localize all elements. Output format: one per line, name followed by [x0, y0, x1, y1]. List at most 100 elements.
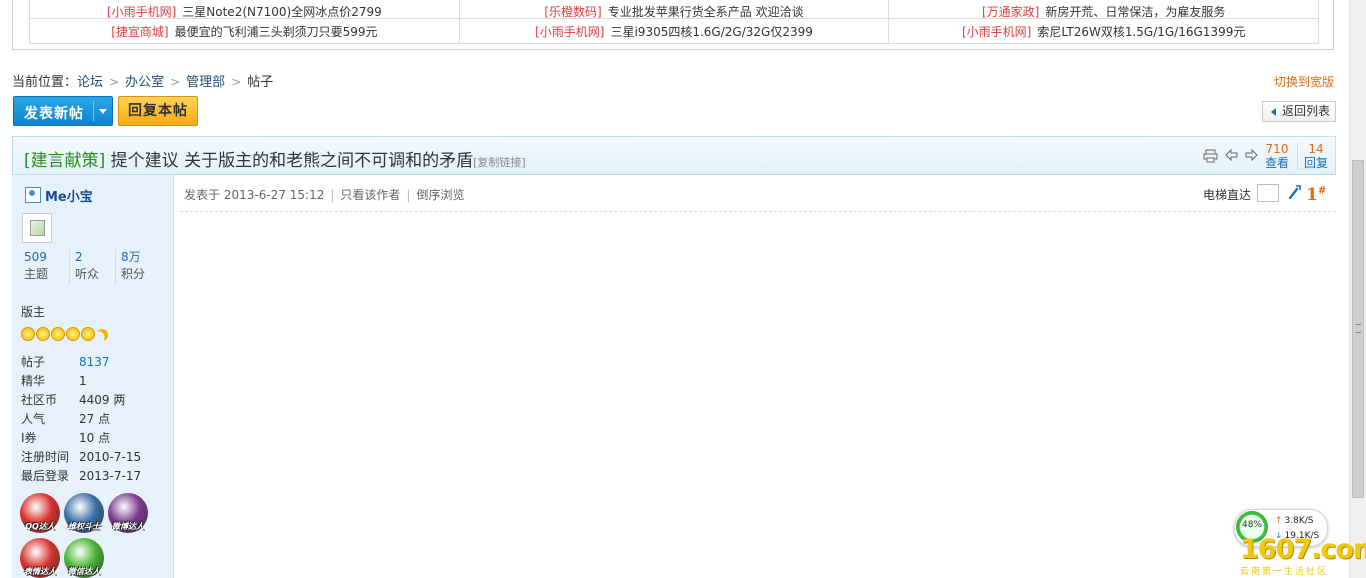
- ad-text[interactable]: 新房开荒、日常保洁，为雇友服务: [1045, 5, 1225, 18]
- posted-time: 2013-6-27 15:12: [223, 188, 325, 202]
- profile-row: I券 10 点: [21, 429, 171, 448]
- reverse-order-link[interactable]: 倒序浏览: [416, 188, 464, 202]
- ad-tag[interactable]: [小雨手机网]: [107, 5, 176, 18]
- sun-icon: [36, 327, 50, 341]
- profile-key: 最后登录: [21, 469, 70, 483]
- breadcrumb-current: 帖子: [247, 75, 274, 90]
- back-to-list-label: 返回列表: [1282, 104, 1331, 118]
- ad-row: [捷宣商城] 最便宜的飞利浦三头剃须刀只要599元 [小雨手机网] 三星i9305四…: [29, 18, 1319, 44]
- breadcrumb-forum[interactable]: 论坛: [77, 75, 103, 90]
- profile-value: 4409 两: [79, 393, 126, 407]
- sun-icon: [51, 327, 65, 341]
- back-to-list-button[interactable]: 返回列表: [1262, 101, 1336, 122]
- ad-text[interactable]: 索尼LT26W双核1.5G/1G/16G1399元: [1037, 25, 1245, 39]
- print-icon[interactable]: [1203, 149, 1218, 166]
- ad-cell[interactable]: [小雨手机网] 三星i9305四核1.6G/2G/32G仅2399: [458, 18, 890, 44]
- emoji-medal-icon[interactable]: 表情达人: [20, 538, 60, 578]
- switch-wide-link[interactable]: 切换到宽版: [1274, 73, 1334, 90]
- breadcrumb-sep: >: [231, 75, 242, 89]
- ad-cell[interactable]: [小雨手机网] 三星Note2(N7100)全网冰点价2799: [29, 0, 460, 20]
- next-thread-icon[interactable]: [1245, 148, 1258, 164]
- moon-icon: [94, 327, 109, 342]
- ad-tag[interactable]: [小雨手机网]: [535, 25, 604, 39]
- floor-number-text[interactable]: 1: [1306, 185, 1318, 205]
- post-divider: [180, 211, 1336, 212]
- floor-jump-label: 电梯直达: [1203, 188, 1252, 202]
- post-meta: 发表于 2013-6-27 15:12 | 只看该作者 | 倒序浏览: [184, 186, 464, 203]
- breadcrumb-management[interactable]: 管理部: [186, 75, 225, 90]
- upload-speed-text: 3.8K/S: [1284, 516, 1314, 526]
- ad-text[interactable]: 专业批发苹果行货全系产品 欢迎洽谈: [608, 5, 804, 18]
- new-post-label: 发表新帖: [24, 106, 84, 122]
- author-rank: 版主: [21, 305, 46, 319]
- ad-text[interactable]: 最便宜的飞利浦三头剃须刀只要599元: [175, 25, 378, 39]
- ad-tag[interactable]: [万通家政]: [982, 5, 1039, 18]
- new-post-button[interactable]: 发表新帖: [13, 96, 113, 126]
- ad-tag[interactable]: [捷宣商城]: [111, 25, 168, 39]
- floor-mark: #: [1317, 185, 1327, 197]
- posted-prefix: 发表于: [184, 188, 221, 202]
- wechat-medal-icon[interactable]: 微信达人: [64, 538, 104, 578]
- ad-cell[interactable]: [小雨手机网] 索尼LT26W双核1.5G/1G/16G1399元: [888, 18, 1319, 44]
- only-author-link[interactable]: 只看该作者: [340, 188, 400, 202]
- profile-key: 人气: [21, 412, 46, 426]
- qq-medal-icon[interactable]: QQ达人: [20, 493, 60, 533]
- breadcrumb-sep: >: [170, 75, 181, 89]
- stat-topics[interactable]: 509 主题: [24, 249, 70, 285]
- views-count: 710 查看: [1265, 142, 1289, 170]
- profile-value[interactable]: 8137: [79, 355, 110, 369]
- avatar[interactable]: [22, 213, 52, 243]
- stat-topics-num[interactable]: 509: [24, 249, 70, 265]
- floor-number[interactable]: 1#: [1306, 185, 1326, 205]
- profile-value: 2013-7-17: [79, 469, 142, 483]
- stat-points[interactable]: 8万 积分: [115, 249, 161, 285]
- profile-key: I券: [21, 431, 37, 445]
- breadcrumb-office[interactable]: 办公室: [125, 75, 164, 90]
- ad-cell[interactable]: [乐橙数码] 专业批发苹果行货全系产品 欢迎洽谈: [458, 0, 890, 20]
- floor-jump-input[interactable]: [1257, 184, 1279, 202]
- profile-value: 27 点: [79, 412, 111, 426]
- profile-row: 帖子 8137: [21, 353, 171, 372]
- sun-icon: [66, 327, 80, 341]
- stat-followers-num[interactable]: 2: [75, 249, 115, 265]
- thread-header: [建言献策] 提个建议 关于版主的和老熊之间不可调和的矛盾[复制链接] 710 …: [12, 136, 1336, 175]
- medal-label: 微博达人: [112, 522, 144, 531]
- copy-link[interactable]: [复制链接]: [473, 156, 526, 169]
- watermark-main: 1607.com: [1240, 534, 1366, 565]
- rights-medal-icon[interactable]: 维权斗士: [64, 493, 104, 533]
- vertical-scrollbar[interactable]: [1349, 0, 1366, 578]
- network-usage-percent: 48%: [1241, 520, 1262, 530]
- ad-tag[interactable]: [乐橙数码]: [544, 5, 601, 18]
- author-name-text[interactable]: Me小宝: [45, 190, 93, 205]
- medal-label: 微信达人: [68, 567, 100, 576]
- stat-topics-label: 主题: [24, 267, 49, 281]
- weibo-medal-icon[interactable]: 微博达人: [108, 493, 148, 533]
- upload-speed: ↑ 3.8K/S: [1275, 516, 1314, 526]
- ad-text[interactable]: 三星Note2(N7100)全网冰点价2799: [182, 5, 381, 18]
- ad-cell[interactable]: [万通家政] 新房开荒、日常保洁，为雇友服务: [888, 0, 1319, 20]
- author-stats: 509 主题 2 听众 8万 积分: [24, 249, 164, 285]
- thread-title: [建言献策] 提个建议 关于版主的和老熊之间不可调和的矛盾[复制链接]: [24, 146, 526, 171]
- replies-number: 14: [1308, 142, 1324, 156]
- prev-thread-icon[interactable]: [1225, 148, 1238, 164]
- profile-row: 社区币 4409 两: [21, 391, 171, 410]
- ad-cell[interactable]: [捷宣商城] 最便宜的飞利浦三头剃须刀只要599元: [29, 18, 460, 44]
- profile-row: 人气 27 点: [21, 410, 171, 429]
- meta-divider: |: [330, 188, 335, 202]
- go-icon[interactable]: [1288, 184, 1302, 200]
- stat-followers[interactable]: 2 听众: [69, 249, 115, 285]
- reply-button[interactable]: 回复本帖: [118, 96, 198, 126]
- meta-divider: |: [406, 188, 411, 202]
- author-sidebar: Me小宝 509 主题 2 听众 8万 积分 版主 帖子 8137 精华 1 社区币…: [12, 175, 174, 578]
- chevron-down-icon[interactable]: [99, 109, 107, 114]
- author-name[interactable]: Me小宝: [25, 186, 93, 205]
- button-divider: [93, 101, 94, 121]
- stat-points-num[interactable]: 8万: [121, 249, 161, 265]
- medal-label: 维权斗士: [68, 522, 100, 531]
- ad-text[interactable]: 三星i9305四核1.6G/2G/32G仅2399: [610, 25, 812, 39]
- profile-key: 帖子: [21, 355, 46, 369]
- ad-tag[interactable]: [小雨手机网]: [962, 25, 1031, 39]
- replies-label: 回复: [1304, 156, 1329, 170]
- thread-category[interactable]: [建言献策]: [24, 151, 105, 171]
- scrollbar-thumb[interactable]: [1352, 160, 1364, 498]
